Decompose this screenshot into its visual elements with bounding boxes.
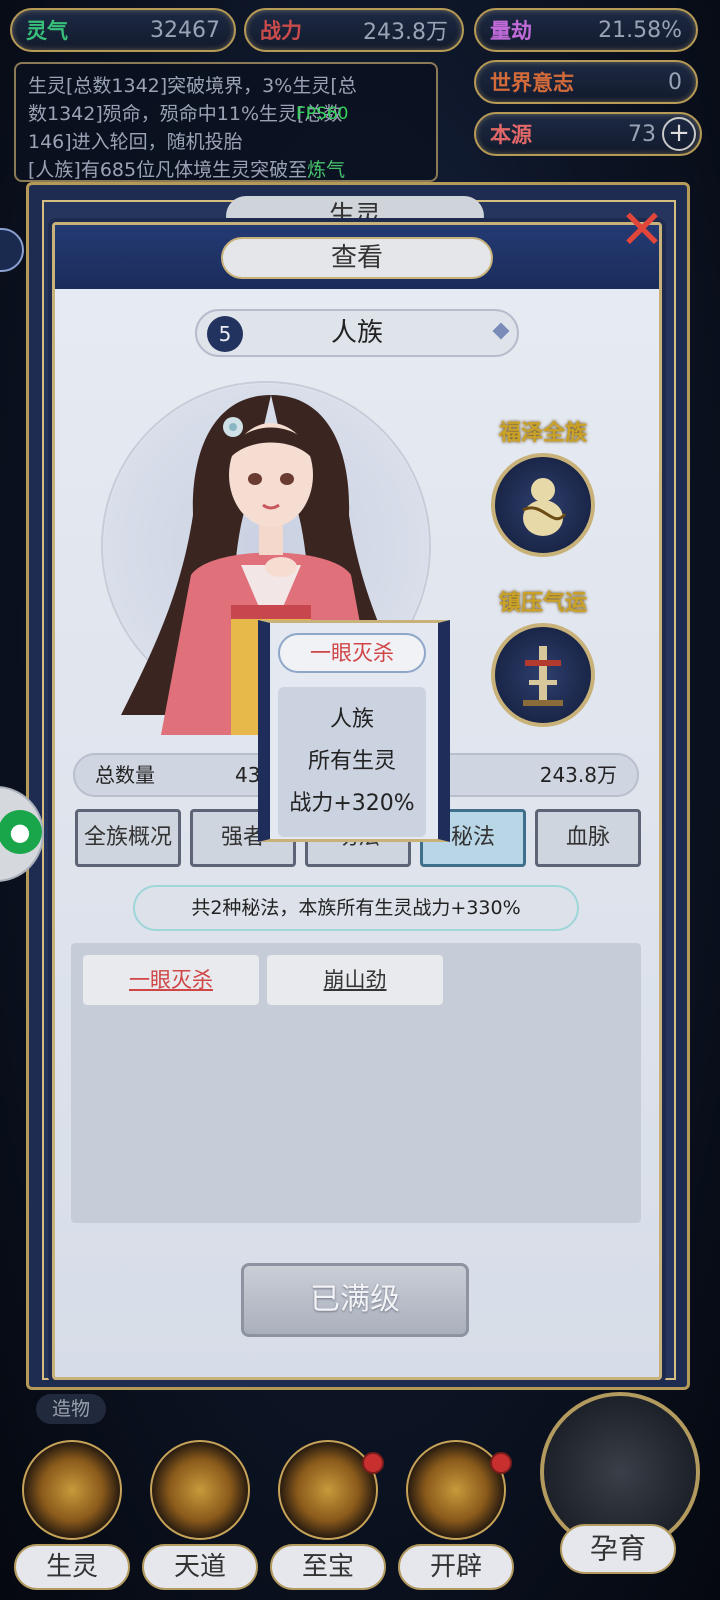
benyuan-stat: 本源 73 + (474, 112, 702, 156)
log-line: 数1342]殒命，殒命中11%生灵[总数 (28, 103, 343, 125)
power-value: 243.8万 (539, 763, 617, 787)
fps-counter: FPS60 (296, 104, 349, 124)
nav-tiandao[interactable]: 天道 (142, 1440, 258, 1590)
breed-label: 孕育 (560, 1524, 676, 1574)
skill-item[interactable]: 一眼灭杀 (83, 955, 259, 1005)
tooltip-line: 人族 (329, 707, 374, 732)
nav-zhibao[interactable]: 至宝 (270, 1440, 386, 1590)
tooltip-title: 一眼灭杀 (278, 633, 426, 673)
skill-item[interactable]: 崩山劲 (267, 955, 443, 1005)
gourd-icon[interactable] (491, 453, 595, 557)
log-line: 146]进入轮回，随机投胎 (28, 131, 243, 153)
log-line: [人族]有685位凡体境生灵突破至炼气 (28, 159, 346, 181)
race-name: 人族 (330, 318, 383, 348)
buff-label-fuze: 福泽全族 (498, 420, 587, 446)
shijie-label: 世界意志 (490, 70, 574, 95)
notification-dot (490, 1452, 512, 1474)
close-icon[interactable]: ✕ (612, 200, 672, 260)
modal-title: 查看 (221, 237, 493, 279)
nav-label: 生灵 (14, 1544, 130, 1590)
liangjie-value: 21.58% (598, 17, 682, 43)
shijie-stat: 世界意志 0 (474, 60, 698, 104)
liangjie-label: 量劫 (490, 18, 532, 43)
benyuan-label: 本源 (490, 122, 532, 147)
shijie-value: 0 (668, 69, 682, 95)
count-label: 总数量 (95, 763, 155, 787)
zhanli-value: 243.8万 (363, 20, 448, 45)
zaowu-button[interactable]: 造物 (36, 1394, 106, 1424)
tooltip-line: 战力+320% (289, 791, 415, 816)
skill-list: 一眼灭杀 崩山劲 (71, 943, 641, 1223)
liangjie-stat: 量劫 21.58% (474, 8, 698, 52)
add-benyuan-button[interactable]: + (662, 117, 696, 151)
benyuan-value: 73 (628, 121, 656, 147)
race-number-badge: 5 (207, 316, 243, 352)
tower-icon[interactable] (491, 623, 595, 727)
tiandao-emblem-icon (150, 1440, 250, 1540)
zhanli-label: 战力 (260, 18, 302, 43)
secret-art-summary: 共2种秘法，本族所有生灵战力+330% (133, 885, 579, 931)
tooltip-body: 人族 所有生灵 战力+320% (278, 687, 426, 837)
maxed-button[interactable]: 已满级 (241, 1263, 469, 1337)
wechat-icon: ● (0, 810, 42, 854)
tooltip-line: 所有生灵 (307, 749, 396, 774)
nav-label: 至宝 (270, 1544, 386, 1590)
nav-label: 开辟 (398, 1544, 514, 1590)
buff-label-zhenya: 镇压气运 (498, 590, 587, 616)
zhanli-stat: 战力 243.8万 (244, 8, 464, 52)
race-selector[interactable]: 5 人族 (195, 309, 519, 357)
tab-overview[interactable]: 全族概况 (75, 809, 181, 867)
zhibao-emblem-icon (278, 1440, 378, 1540)
nav-label: 天道 (142, 1544, 258, 1590)
kaipi-emblem-icon (406, 1440, 506, 1540)
notification-dot (362, 1452, 384, 1474)
tab-xuemai[interactable]: 血脉 (535, 809, 641, 867)
lingqi-stat: 灵气 32467 (10, 8, 236, 52)
lingqi-label: 灵气 (26, 18, 68, 43)
skill-tooltip: 一眼灭杀 人族 所有生灵 战力+320% (258, 620, 450, 842)
nav-shengling[interactable]: 生灵 (14, 1440, 130, 1590)
lingqi-value: 32467 (150, 17, 220, 43)
event-log[interactable]: 生灵[总数1342]突破境界，3%生灵[总 数1342]殒命，殒命中11%生灵[… (14, 62, 438, 182)
breed-button[interactable]: 孕育 (534, 1392, 704, 1588)
nav-kaipi[interactable]: 开辟 (398, 1440, 514, 1590)
log-line: 生灵[总数1342]突破境界，3%生灵[总 (28, 75, 357, 97)
shengling-emblem-icon (22, 1440, 122, 1540)
diamond-icon (492, 322, 510, 340)
side-expand-button[interactable] (0, 228, 24, 272)
count-value: 43 (235, 763, 261, 787)
